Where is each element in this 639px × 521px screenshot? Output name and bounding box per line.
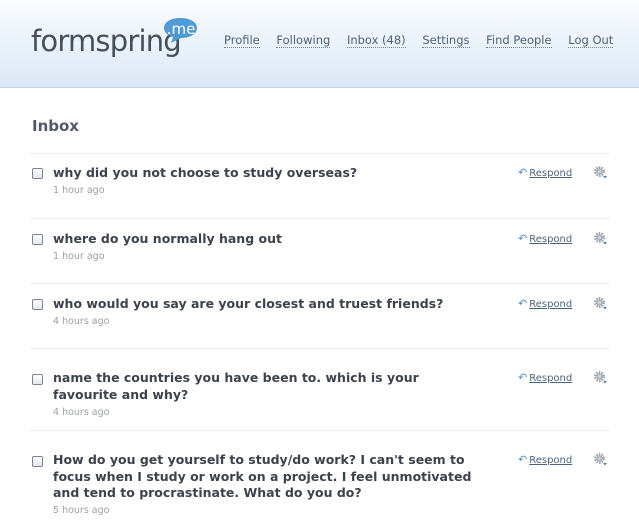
question-text: where do you normally hang out <box>53 231 282 246</box>
nav-profile[interactable]: Profile <box>224 33 260 48</box>
respond-label: Respond <box>529 299 573 310</box>
page-title: Inbox <box>32 117 79 135</box>
respond-label: Respond <box>529 234 573 245</box>
checkbox-icon[interactable] <box>32 234 43 245</box>
reply-arrow-icon: ↶ <box>518 453 528 466</box>
respond-button[interactable]: ↶ Respond <box>518 232 572 245</box>
inbox-item: name the countries you have been to. whi… <box>30 348 610 430</box>
inbox-item: why did you not choose to study overseas… <box>30 153 610 218</box>
checkbox-icon[interactable] <box>32 299 43 310</box>
gear-icon[interactable] <box>593 370 608 384</box>
question-time: 4 hours ago <box>53 407 110 418</box>
speech-bubble-icon: .me <box>162 17 199 44</box>
respond-label: Respond <box>529 455 573 466</box>
checkbox-icon[interactable] <box>32 168 43 179</box>
gear-icon[interactable] <box>593 231 608 245</box>
respond-button[interactable]: ↶ Respond <box>518 297 572 310</box>
logo-wordmark: formspring <box>31 24 182 58</box>
site-header: formspring .me Profile Following Inbox (… <box>0 0 639 88</box>
question-time: 1 hour ago <box>53 185 105 196</box>
reply-arrow-icon: ↶ <box>518 166 528 179</box>
inbox-item: How do you get yourself to study/do work… <box>30 430 610 521</box>
inbox-item: where do you normally hang out 1 hour ag… <box>30 218 610 283</box>
checkbox-icon[interactable] <box>32 456 43 467</box>
question-text: who would you say are your closest and t… <box>53 296 444 311</box>
respond-label: Respond <box>529 373 573 384</box>
gear-icon[interactable] <box>593 452 608 466</box>
respond-label: Respond <box>529 168 573 179</box>
nav-log-out[interactable]: Log Out <box>568 33 614 48</box>
question-time: 1 hour ago <box>53 251 105 262</box>
gear-icon[interactable] <box>593 165 608 179</box>
nav-inbox[interactable]: Inbox (48) <box>346 33 406 48</box>
question-text: why did you not choose to study overseas… <box>53 165 358 180</box>
nav-following[interactable]: Following <box>276 33 331 48</box>
question-text: How do you get yourself to study/do work… <box>53 452 472 500</box>
checkbox-icon[interactable] <box>32 374 43 385</box>
question-time: 5 hours ago <box>53 505 110 516</box>
reply-arrow-icon: ↶ <box>518 232 528 245</box>
inbox-item: who would you say are your closest and t… <box>30 283 610 348</box>
nav-find-people[interactable]: Find People <box>486 33 552 48</box>
respond-button[interactable]: ↶ Respond <box>518 453 572 466</box>
logo-bubble-text: .me <box>166 20 196 38</box>
nav-settings[interactable]: Settings <box>422 33 470 48</box>
reply-arrow-icon: ↶ <box>518 371 528 384</box>
gear-icon[interactable] <box>593 296 608 310</box>
question-text: name the countries you have been to. whi… <box>53 370 419 402</box>
reply-arrow-icon: ↶ <box>518 297 528 310</box>
respond-button[interactable]: ↶ Respond <box>518 371 572 384</box>
question-time: 4 hours ago <box>53 316 110 327</box>
inbox-list: why did you not choose to study overseas… <box>30 153 610 521</box>
top-nav: Profile Following Inbox (48) Settings Fi… <box>224 33 614 48</box>
respond-button[interactable]: ↶ Respond <box>518 166 572 179</box>
